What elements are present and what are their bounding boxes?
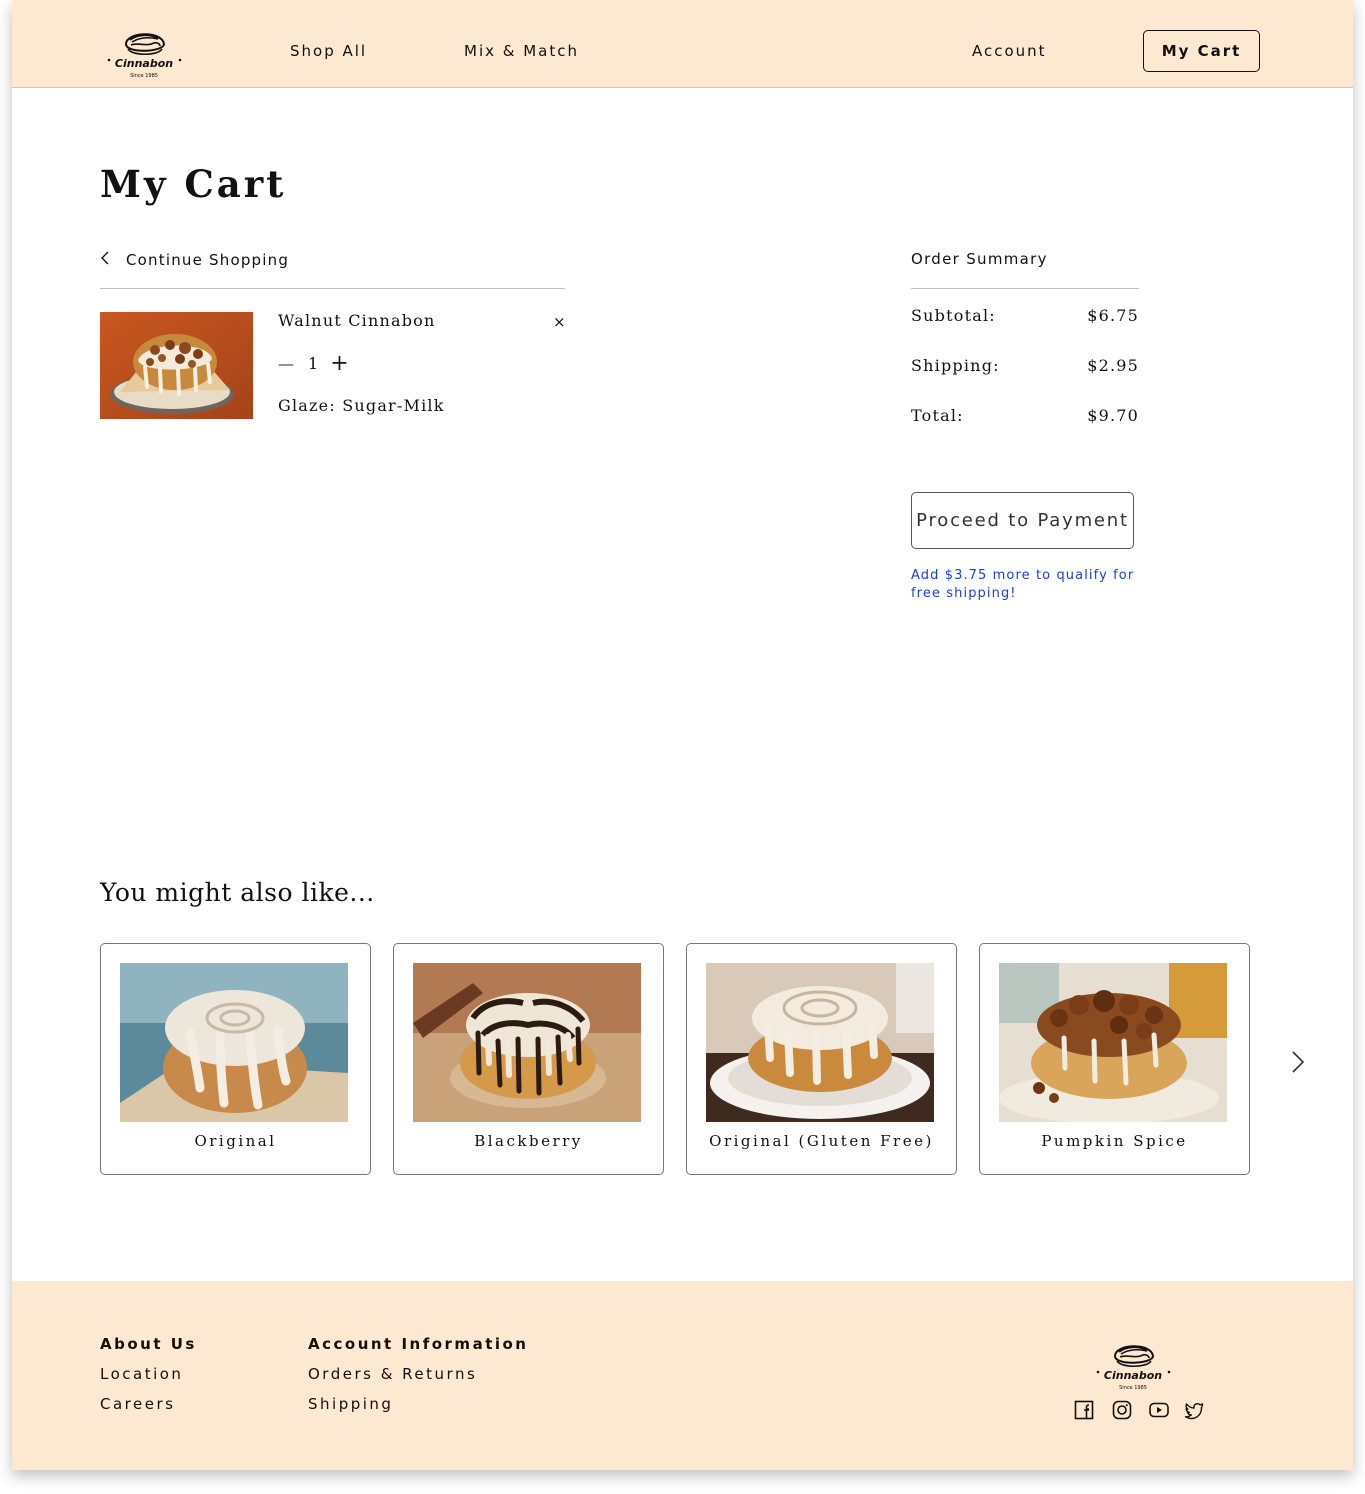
total-row: Total: $9.70 (911, 406, 1139, 425)
logo-text: Cinnabon (1104, 1369, 1162, 1382)
quantity-stepper: — 1 + (278, 351, 349, 376)
footer-account-heading[interactable]: Account Information (308, 1335, 528, 1353)
subtotal-label: Subtotal: (911, 306, 996, 325)
logo-subtext: Since 1985 (130, 73, 158, 79)
youtube-icon[interactable] (1149, 1400, 1169, 1420)
product-image (706, 963, 934, 1122)
recommendations-title: You might also like... (100, 878, 375, 907)
logo-text: Cinnabon (115, 57, 173, 70)
product-card-label: Original (194, 1132, 277, 1150)
product-image (999, 963, 1227, 1122)
proceed-to-payment-button[interactable]: Proceed to Payment (911, 492, 1134, 549)
chevron-right-icon[interactable] (1288, 1048, 1308, 1080)
total-label: Total: (911, 406, 964, 425)
site-header: Cinnabon Since 1985 Shop All Mix & Match… (12, 0, 1353, 88)
footer-about-heading[interactable]: About Us (100, 1335, 197, 1353)
footer-cinnabon-logo[interactable]: Cinnabon Since 1985 (1091, 1334, 1175, 1394)
quantity-increase-button[interactable]: + (330, 351, 348, 376)
page-title: My Cart (100, 162, 287, 206)
subtotal-value: $6.75 (1087, 306, 1139, 325)
quantity-decrease-button[interactable]: — (278, 354, 294, 373)
total-value: $9.70 (1087, 406, 1139, 425)
shipping-row: Shipping: $2.95 (911, 356, 1139, 375)
cart-item-image (100, 312, 253, 419)
shipping-label: Shipping: (911, 356, 1000, 375)
order-summary-title: Order Summary (911, 250, 1048, 268)
product-card-original-gluten-free[interactable]: Original (Gluten Free) (686, 943, 957, 1175)
cart-item-name: Walnut Cinnabon (278, 311, 436, 330)
twitter-icon[interactable] (1184, 1400, 1204, 1420)
continue-shopping-label: Continue Shopping (126, 250, 290, 269)
nav-mix-match[interactable]: Mix & Match (464, 42, 579, 60)
remove-item-button[interactable]: × (553, 313, 566, 331)
continue-shopping-link[interactable]: Continue Shopping (100, 250, 289, 269)
product-card-pumpkin-spice[interactable]: Pumpkin Spice (979, 943, 1250, 1175)
product-image (413, 963, 641, 1122)
nav-account[interactable]: Account (972, 42, 1047, 60)
shipping-value: $2.95 (1087, 356, 1139, 375)
footer-link-shipping[interactable]: Shipping (308, 1395, 393, 1413)
nav-shop-all[interactable]: Shop All (290, 42, 367, 60)
product-card-original[interactable]: Original (100, 943, 371, 1175)
footer-link-careers[interactable]: Careers (100, 1395, 175, 1413)
footer-link-orders-returns[interactable]: Orders & Returns (308, 1365, 477, 1383)
product-card-label: Original (Gluten Free) (709, 1132, 934, 1150)
product-card-label: Pumpkin Spice (1041, 1132, 1188, 1150)
product-image (120, 963, 348, 1122)
divider (100, 288, 565, 289)
cart-item-glaze: Glaze: Sugar-Milk (278, 396, 445, 415)
chevron-left-icon (100, 250, 110, 269)
footer-link-location[interactable]: Location (100, 1365, 183, 1383)
subtotal-row: Subtotal: $6.75 (911, 306, 1139, 325)
product-card-label: Blackberry (474, 1132, 583, 1150)
facebook-icon[interactable] (1074, 1400, 1094, 1420)
instagram-icon[interactable] (1112, 1400, 1132, 1420)
page: Cinnabon Since 1985 Shop All Mix & Match… (12, 0, 1353, 1470)
my-cart-button[interactable]: My Cart (1143, 30, 1260, 72)
cinnabon-logo[interactable]: Cinnabon Since 1985 (102, 22, 186, 82)
free-shipping-note: Add $3.75 more to qualify for free shipp… (911, 568, 1135, 601)
product-card-blackberry[interactable]: Blackberry (393, 943, 664, 1175)
divider (911, 288, 1139, 289)
quantity-value: 1 (308, 354, 319, 373)
logo-subtext: Since 1985 (1119, 1385, 1147, 1391)
